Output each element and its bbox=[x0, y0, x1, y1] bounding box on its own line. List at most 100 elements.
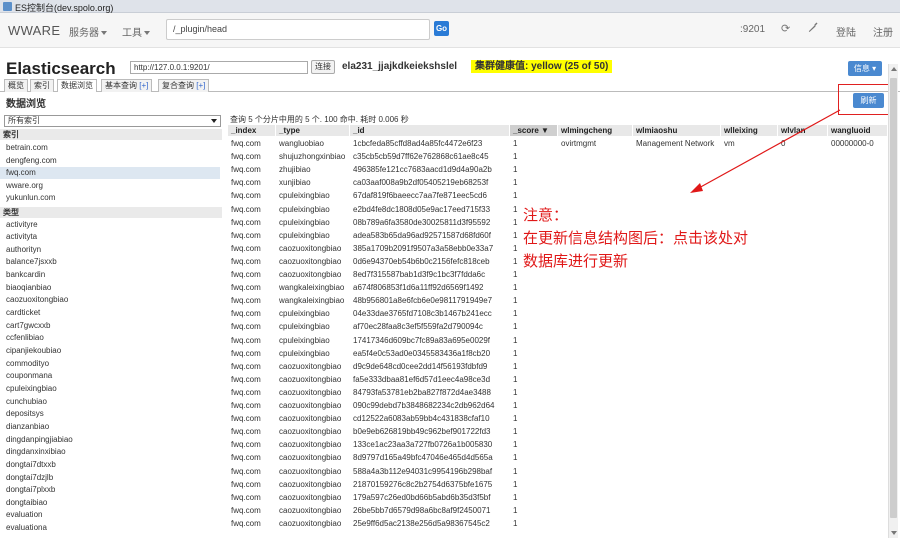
filter-sidebar: 所有索引 索引 betrain.com dengfeng.com fwq.com ww… bbox=[0, 114, 222, 538]
table-row[interactable]: fwq.com caozuoxitongbiao 21870159276c8c2b2… bbox=[228, 479, 888, 492]
top-navbar: WWARE 服务器 工具 /_plugin/head Go :9201 ⟳ 登陆… bbox=[0, 13, 900, 48]
table-cell: fwq.com bbox=[231, 309, 261, 319]
index-select[interactable]: 所有索引 bbox=[4, 115, 221, 127]
table-row[interactable]: fwq.com caozuoxitongbiao 588a4a3b112e94031… bbox=[228, 466, 888, 479]
type-item[interactable]: cunchubiao bbox=[6, 396, 47, 408]
type-item[interactable]: caozuoxitongbiao bbox=[6, 294, 68, 306]
column-header[interactable]: _id bbox=[350, 125, 510, 136]
table-row[interactable]: fwq.com wangkaleixingbiao 48b956801a8e6fcb… bbox=[228, 295, 888, 308]
menu-server[interactable]: 服务器 bbox=[69, 24, 107, 39]
type-item[interactable]: commodityo bbox=[6, 358, 49, 370]
scrollbar-thumb[interactable] bbox=[890, 78, 897, 518]
table-cell: caozuoxitongbiao bbox=[279, 479, 342, 489]
brand-logo[interactable]: WWARE bbox=[8, 23, 60, 38]
table-cell: 588a4a3b112e94031c9954196b298baf bbox=[353, 466, 493, 476]
info-button[interactable]: 信息 ▾ bbox=[848, 61, 882, 76]
tab-overview[interactable]: 概览 bbox=[4, 79, 28, 92]
type-item[interactable]: activityre bbox=[6, 219, 38, 231]
wrench-icon[interactable] bbox=[808, 22, 819, 36]
table-row[interactable]: fwq.com xunjibiao ca03aaf008a9b2df05405219… bbox=[228, 177, 888, 190]
table-cell: caozuoxitongbiao bbox=[279, 270, 342, 279]
index-item[interactable]: fwq.com bbox=[0, 167, 220, 179]
type-item[interactable]: ccfenlibiao bbox=[6, 332, 44, 344]
type-item[interactable]: dingdanpingjiabiao bbox=[6, 434, 73, 446]
go-button[interactable]: Go bbox=[434, 21, 449, 36]
table-cell: cpuleixingbiao bbox=[279, 204, 330, 214]
table-row[interactable]: fwq.com caozuoxitongbiao 84793fa53781eb2ba… bbox=[228, 387, 888, 400]
chevron-down-icon bbox=[211, 119, 217, 123]
type-item[interactable]: biaoqianbiao bbox=[6, 282, 51, 294]
type-item[interactable]: evaluationa bbox=[6, 522, 47, 534]
type-item[interactable]: bankcardin bbox=[6, 269, 45, 281]
table-row[interactable]: fwq.com caozuoxitongbiao 133ce1ac23aa3a727… bbox=[228, 439, 888, 452]
type-item[interactable]: cart7gwcxxb bbox=[6, 320, 50, 332]
column-header[interactable]: wlmingcheng bbox=[558, 125, 633, 136]
table-row[interactable]: fwq.com cpuleixingbiao 04e33dae3765fd7108c… bbox=[228, 308, 888, 321]
type-item[interactable]: cpuleixingbiao bbox=[6, 383, 57, 395]
type-item[interactable]: evaluation bbox=[6, 509, 42, 521]
type-item[interactable]: dianzanbiao bbox=[6, 421, 49, 433]
page-scrollbar[interactable] bbox=[888, 64, 898, 538]
column-header[interactable]: wlleixing bbox=[721, 125, 778, 136]
table-row[interactable]: fwq.com cpuleixingbiao af70ec28faa8c3ef5f5… bbox=[228, 321, 888, 334]
type-item[interactable]: depositsys bbox=[6, 408, 44, 420]
type-item[interactable]: cipanjiekoubiao bbox=[6, 345, 61, 357]
table-row[interactable]: fwq.com caozuoxitongbiao 25e9ff6d5ac2138e2… bbox=[228, 518, 888, 531]
table-row[interactable]: fwq.com caozuoxitongbiao 8d9797d165a49bfc4… bbox=[228, 452, 888, 465]
table-row[interactable]: fwq.com cpuleixingbiao 17417346d609bc7fc89… bbox=[228, 335, 888, 348]
table-row[interactable]: fwq.com caozuoxitongbiao 26be5bb7d6579d98a… bbox=[228, 505, 888, 518]
table-row[interactable]: fwq.com wangkaleixingbiao a674f806853f1d6a… bbox=[228, 282, 888, 295]
table-row[interactable]: fwq.com wangluobiao 1cbcfeda85cffd8ad4a85f… bbox=[228, 138, 888, 151]
column-header[interactable]: _index bbox=[228, 125, 276, 136]
table-cell: fwq.com bbox=[231, 165, 261, 175]
column-header[interactable]: wlvlan bbox=[778, 125, 828, 136]
tab-compound-query[interactable]: 复合查询 [+] bbox=[158, 79, 210, 92]
table-row[interactable]: fwq.com zhujibiao 496385fe121cc7683aacd1d9… bbox=[228, 164, 888, 177]
table-row[interactable]: fwq.com cpuleixingbiao ea5f4e0c53ad0e03455… bbox=[228, 348, 888, 361]
connect-button[interactable]: 连接 bbox=[311, 60, 335, 74]
table-row[interactable]: fwq.com caozuoxitongbiao cd12522a6083ab59b… bbox=[228, 413, 888, 426]
tab-indices[interactable]: 索引 bbox=[30, 79, 54, 92]
type-item[interactable]: activityta bbox=[6, 231, 37, 243]
index-item[interactable]: wware.org bbox=[6, 180, 43, 192]
tab-basic-query[interactable]: 基本查询 [+] bbox=[101, 79, 153, 92]
table-row[interactable]: fwq.com caozuoxitongbiao d9c9de648cd0cee2d… bbox=[228, 361, 888, 374]
type-item[interactable]: dongtai7dtxxb bbox=[6, 459, 56, 471]
table-cell: xunjibiao bbox=[279, 178, 311, 188]
index-item[interactable]: yukunlun.com bbox=[6, 192, 55, 204]
table-row[interactable]: fwq.com shujuzhongxinbiao c35cb5cb59d7ff62… bbox=[228, 151, 888, 164]
connect-url-input[interactable]: http://127.0.0.1:9201/ bbox=[130, 61, 308, 74]
window-titlebar: ES控制台(dev.spolo.org) bbox=[0, 0, 900, 13]
table-cell: cpuleixingbiao bbox=[279, 217, 330, 227]
table-row[interactable]: fwq.com caozuoxitongbiao 090c99debd7b38486… bbox=[228, 400, 888, 413]
type-item[interactable]: authorityn bbox=[6, 244, 41, 256]
scroll-up-icon[interactable] bbox=[891, 67, 897, 71]
type-item[interactable]: couponmana bbox=[6, 370, 52, 382]
type-item[interactable]: dongtai7plxxb bbox=[6, 484, 55, 496]
type-item[interactable]: dongtaibiao bbox=[6, 497, 47, 509]
column-header[interactable]: _score ▼ bbox=[510, 125, 558, 136]
type-item[interactable]: dingdanxinxibiao bbox=[6, 446, 66, 458]
table-row[interactable]: fwq.com cpuleixingbiao 67daf819f6baeecc7aa… bbox=[228, 190, 888, 203]
column-header[interactable]: wangluoid bbox=[828, 125, 888, 136]
register-link[interactable]: 注册 bbox=[873, 24, 893, 39]
table-cell: 67daf819f6baeecc7aa7fe871eec5cd6 bbox=[353, 191, 487, 201]
table-row[interactable]: fwq.com caozuoxitongbiao 179a597c26ed0bd66… bbox=[228, 492, 888, 505]
scroll-down-icon[interactable] bbox=[891, 531, 897, 535]
table-row[interactable]: fwq.com caozuoxitongbiao b0e9eb626819bb49c… bbox=[228, 426, 888, 439]
login-link[interactable]: 登陆 bbox=[836, 24, 856, 39]
tab-browser-label: 数据浏览 bbox=[61, 81, 93, 90]
column-header[interactable]: wlmiaoshu bbox=[633, 125, 721, 136]
table-cell: 1 bbox=[513, 401, 518, 410]
tab-browser[interactable]: 数据浏览 bbox=[57, 79, 97, 92]
index-item[interactable]: dengfeng.com bbox=[6, 155, 57, 167]
column-header[interactable]: _type bbox=[276, 125, 350, 136]
type-item[interactable]: cardticket bbox=[6, 307, 40, 319]
refresh-icon[interactable]: ⟳ bbox=[781, 22, 790, 35]
index-item[interactable]: betrain.com bbox=[6, 142, 48, 154]
table-row[interactable]: fwq.com caozuoxitongbiao fa5e333dbaa81ef6d… bbox=[228, 374, 888, 387]
menu-tools[interactable]: 工具 bbox=[122, 24, 150, 39]
type-item[interactable]: dongtai7dzjlb bbox=[6, 472, 53, 484]
type-item[interactable]: balance7jsxxb bbox=[6, 256, 57, 268]
url-input[interactable]: /_plugin/head bbox=[166, 19, 430, 40]
